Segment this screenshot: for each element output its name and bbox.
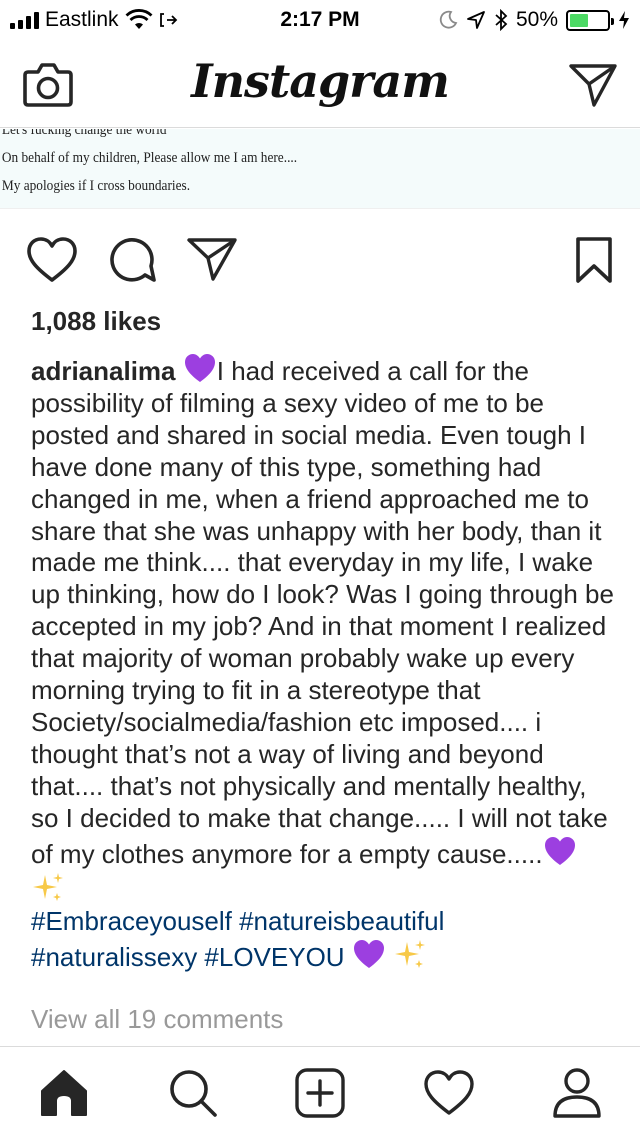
bottom-tab-bar: [0, 1046, 640, 1136]
moon-icon: [439, 10, 458, 29]
direct-message-icon[interactable]: [568, 62, 618, 108]
caption-text: I had received a call for the possibilit…: [31, 356, 614, 869]
location-icon: [467, 11, 485, 29]
post-actions: [0, 228, 640, 290]
post-image[interactable]: Let's fucking change the world On behalf…: [0, 129, 640, 209]
caption-hashtags[interactable]: #naturalissexy #LOVEYOU: [31, 942, 345, 972]
post-caption: adrianalima I had received a call for th…: [31, 352, 616, 974]
image-text-line: My apologies if I cross boundaries.: [1, 178, 191, 194]
search-icon[interactable]: [167, 1067, 219, 1119]
bookmark-icon[interactable]: [575, 236, 613, 284]
status-bar: Eastlink 2:17 PM 50%: [0, 0, 640, 40]
profile-icon[interactable]: [551, 1067, 603, 1119]
heart-icon[interactable]: [26, 236, 78, 284]
battery-level: [570, 13, 588, 27]
comment-icon[interactable]: [107, 236, 157, 284]
view-comments-link[interactable]: View all 19 comments: [31, 1004, 283, 1035]
bluetooth-icon: [495, 9, 508, 31]
home-icon[interactable]: [38, 1067, 90, 1119]
image-text-line: On behalf of my children, Please allow m…: [1, 150, 298, 166]
image-text-line: Let's fucking change the world: [1, 129, 167, 138]
new-post-icon[interactable]: [294, 1067, 346, 1119]
activity-icon[interactable]: [423, 1067, 475, 1119]
purple-heart-emoji: [184, 354, 215, 382]
battery-percent: 50%: [515, 8, 558, 31]
share-icon[interactable]: [186, 236, 238, 282]
caption-username[interactable]: adrianalima: [31, 356, 176, 386]
instagram-logo: Instagram: [191, 54, 450, 108]
sparkles-emoji: [33, 872, 63, 901]
sparkles-emoji: [395, 940, 426, 969]
charging-icon: [619, 11, 629, 29]
top-navigation: Instagram: [0, 40, 640, 128]
status-right: 50%: [438, 8, 630, 32]
battery-icon: [566, 9, 614, 31]
caption-hashtags[interactable]: #Embraceyouself #natureisbeautiful: [31, 906, 444, 936]
like-count[interactable]: 1,088 likes: [31, 306, 161, 337]
purple-heart-emoji: [353, 940, 384, 969]
purple-heart-emoji: [544, 836, 575, 865]
